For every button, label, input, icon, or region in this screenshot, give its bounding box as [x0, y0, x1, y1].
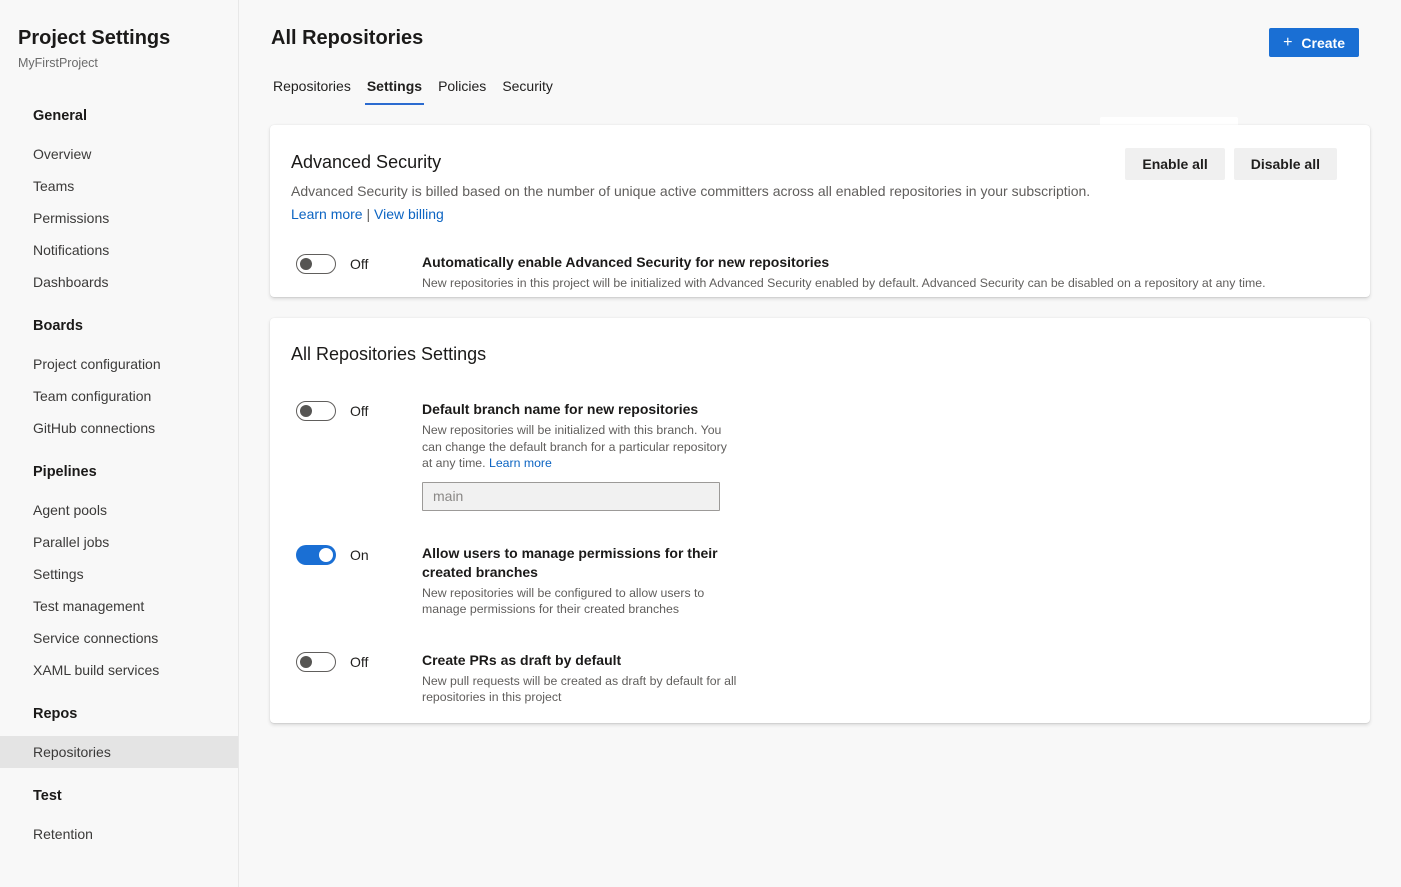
- draft-pr-setting-description: New pull requests will be created as dra…: [422, 673, 737, 705]
- advanced-security-description: Advanced Security is billed based on the…: [291, 183, 1091, 199]
- sidebar-header: Project Settings MyFirstProject: [0, 0, 238, 70]
- auto-enable-advanced-security-row: Off Automatically enable Advanced Securi…: [291, 253, 1337, 292]
- learn-more-link[interactable]: Learn more: [291, 206, 363, 222]
- main-content: All Repositories + Create Repositories S…: [239, 0, 1401, 887]
- sidebar-item-repositories[interactable]: Repositories: [0, 736, 238, 768]
- advanced-security-header-text: Advanced Security Advanced Security is b…: [291, 150, 1090, 222]
- draft-pr-toggle-group: Off: [296, 651, 422, 672]
- default-branch-setting-description: New repositories will be initialized wit…: [422, 422, 740, 472]
- sidebar-item-github-connections[interactable]: GitHub connections: [0, 412, 238, 444]
- nav-group-header-pipelines: Pipelines: [33, 464, 97, 480]
- enable-all-button[interactable]: Enable all: [1125, 148, 1225, 180]
- draft-pr-row: Off Create PRs as draft by default New p…: [291, 651, 1337, 706]
- toggle-knob: [300, 655, 312, 668]
- project-settings-sidebar: Project Settings MyFirstProject General …: [0, 0, 239, 887]
- default-branch-setting-title: Default branch name for new repositories: [422, 401, 699, 417]
- default-branch-toggle-group: Off: [296, 401, 422, 421]
- sidebar-item-team-configuration[interactable]: Team configuration: [0, 380, 238, 412]
- nav-group-boards: Boards Project configuration Team config…: [0, 310, 238, 444]
- sidebar-item-service-connections[interactable]: Service connections: [0, 622, 238, 654]
- auto-enable-setting-text: Automatically enable Advanced Security f…: [422, 253, 1265, 292]
- branch-permissions-setting-description: New repositories will be configured to a…: [422, 585, 705, 617]
- advanced-security-actions: Enable all Disable all: [1125, 148, 1337, 180]
- sidebar-item-settings[interactable]: Settings: [0, 558, 238, 590]
- sidebar-title: Project Settings: [18, 27, 171, 49]
- disable-all-button[interactable]: Disable all: [1233, 148, 1337, 180]
- sidebar-item-project-configuration[interactable]: Project configuration: [0, 348, 238, 380]
- auto-enable-setting-title: Automatically enable Advanced Security f…: [422, 254, 830, 270]
- toggle-knob: [300, 258, 312, 270]
- page-title: All Repositories: [271, 27, 424, 49]
- tab-policies[interactable]: Policies: [436, 76, 488, 105]
- default-branch-toggle[interactable]: [296, 401, 336, 421]
- nav-group-header-test: Test: [33, 788, 62, 804]
- nav-group-header-boards: Boards: [33, 318, 83, 334]
- nav-group-general: General Overview Teams Permissions Notif…: [0, 100, 238, 298]
- sidebar-item-dashboards[interactable]: Dashboards: [0, 266, 238, 298]
- advanced-security-title: Advanced Security: [291, 152, 442, 172]
- view-billing-link[interactable]: View billing: [374, 206, 444, 222]
- toggle-state-label: Off: [350, 653, 369, 670]
- toggle-knob: [300, 405, 312, 417]
- repo-settings-rows: Off Default branch name for new reposito…: [291, 400, 1337, 706]
- draft-pr-setting-title: Create PRs as draft by default: [422, 651, 622, 668]
- tab-settings[interactable]: Settings: [364, 76, 425, 105]
- default-branch-name-input[interactable]: [422, 481, 720, 511]
- advanced-security-card: Advanced Security Advanced Security is b…: [270, 125, 1370, 297]
- sidebar-item-permissions[interactable]: Permissions: [0, 202, 238, 234]
- create-button-label: Create: [1301, 34, 1345, 51]
- branch-permissions-toggle-group: On: [296, 544, 422, 565]
- link-separator: |: [366, 206, 371, 222]
- nav-group-header-general: General: [33, 108, 87, 124]
- toggle-state-label: On: [350, 546, 369, 563]
- settings-content: Advanced Security Advanced Security is b…: [270, 125, 1370, 723]
- default-branch-learn-more-link[interactable]: Learn more: [489, 456, 552, 470]
- toggle-knob: [319, 547, 333, 562]
- plus-icon: +: [1283, 33, 1293, 51]
- advanced-security-header: Advanced Security Advanced Security is b…: [291, 148, 1337, 222]
- toggle-state-label: Off: [350, 403, 369, 419]
- auto-enable-setting-description: New repositories in this project will be…: [422, 276, 1266, 290]
- sidebar-item-parallel-jobs[interactable]: Parallel jobs: [0, 526, 238, 558]
- sidebar-item-xaml-build-services[interactable]: XAML build services: [0, 654, 238, 686]
- nav-group-test: Test Retention: [0, 780, 238, 850]
- sidebar-item-notifications[interactable]: Notifications: [0, 234, 238, 266]
- draft-pr-setting-text: Create PRs as draft by default New pull …: [422, 651, 740, 706]
- branch-permissions-row: On Allow users to manage permissions for…: [291, 544, 1337, 618]
- nav-group-repos: Repos Repositories: [0, 698, 238, 768]
- branch-permissions-setting-text: Allow users to manage permissions for th…: [422, 544, 740, 618]
- sidebar-item-teams[interactable]: Teams: [0, 170, 238, 202]
- tab-repositories[interactable]: Repositories: [271, 76, 353, 105]
- default-branch-description-text: New repositories will be initialized wit…: [422, 423, 727, 470]
- branch-permissions-setting-title: Allow users to manage permissions for th…: [422, 544, 718, 580]
- sidebar-item-retention[interactable]: Retention: [0, 818, 238, 850]
- nav-group-pipelines: Pipelines Agent pools Parallel jobs Sett…: [0, 456, 238, 686]
- nav-group-header-repos: Repos: [33, 706, 78, 722]
- tab-security[interactable]: Security: [500, 76, 555, 105]
- default-branch-row: Off Default branch name for new reposito…: [291, 400, 1337, 511]
- sidebar-item-overview[interactable]: Overview: [0, 138, 238, 170]
- auto-enable-toggle-group: Off: [296, 254, 422, 274]
- advanced-security-links: Learn more | View billing: [291, 206, 1090, 222]
- sidebar-item-test-management[interactable]: Test management: [0, 590, 238, 622]
- toggle-state-label: Off: [350, 256, 369, 272]
- sidebar-item-agent-pools[interactable]: Agent pools: [0, 494, 238, 526]
- project-name: MyFirstProject: [18, 56, 98, 70]
- create-button[interactable]: + Create: [1269, 28, 1359, 57]
- draft-pr-toggle[interactable]: [296, 651, 336, 672]
- tab-bar: Repositories Settings Policies Security: [271, 76, 555, 105]
- default-branch-setting-text: Default branch name for new repositories…: [422, 400, 740, 511]
- sidebar-nav: General Overview Teams Permissions Notif…: [0, 100, 238, 850]
- all-repositories-settings-title: All Repositories Settings: [291, 344, 487, 364]
- branch-permissions-toggle[interactable]: [296, 544, 336, 565]
- all-repositories-settings-card: All Repositories Settings Off Default br…: [270, 318, 1370, 723]
- auto-enable-advanced-security-toggle[interactable]: [296, 254, 336, 274]
